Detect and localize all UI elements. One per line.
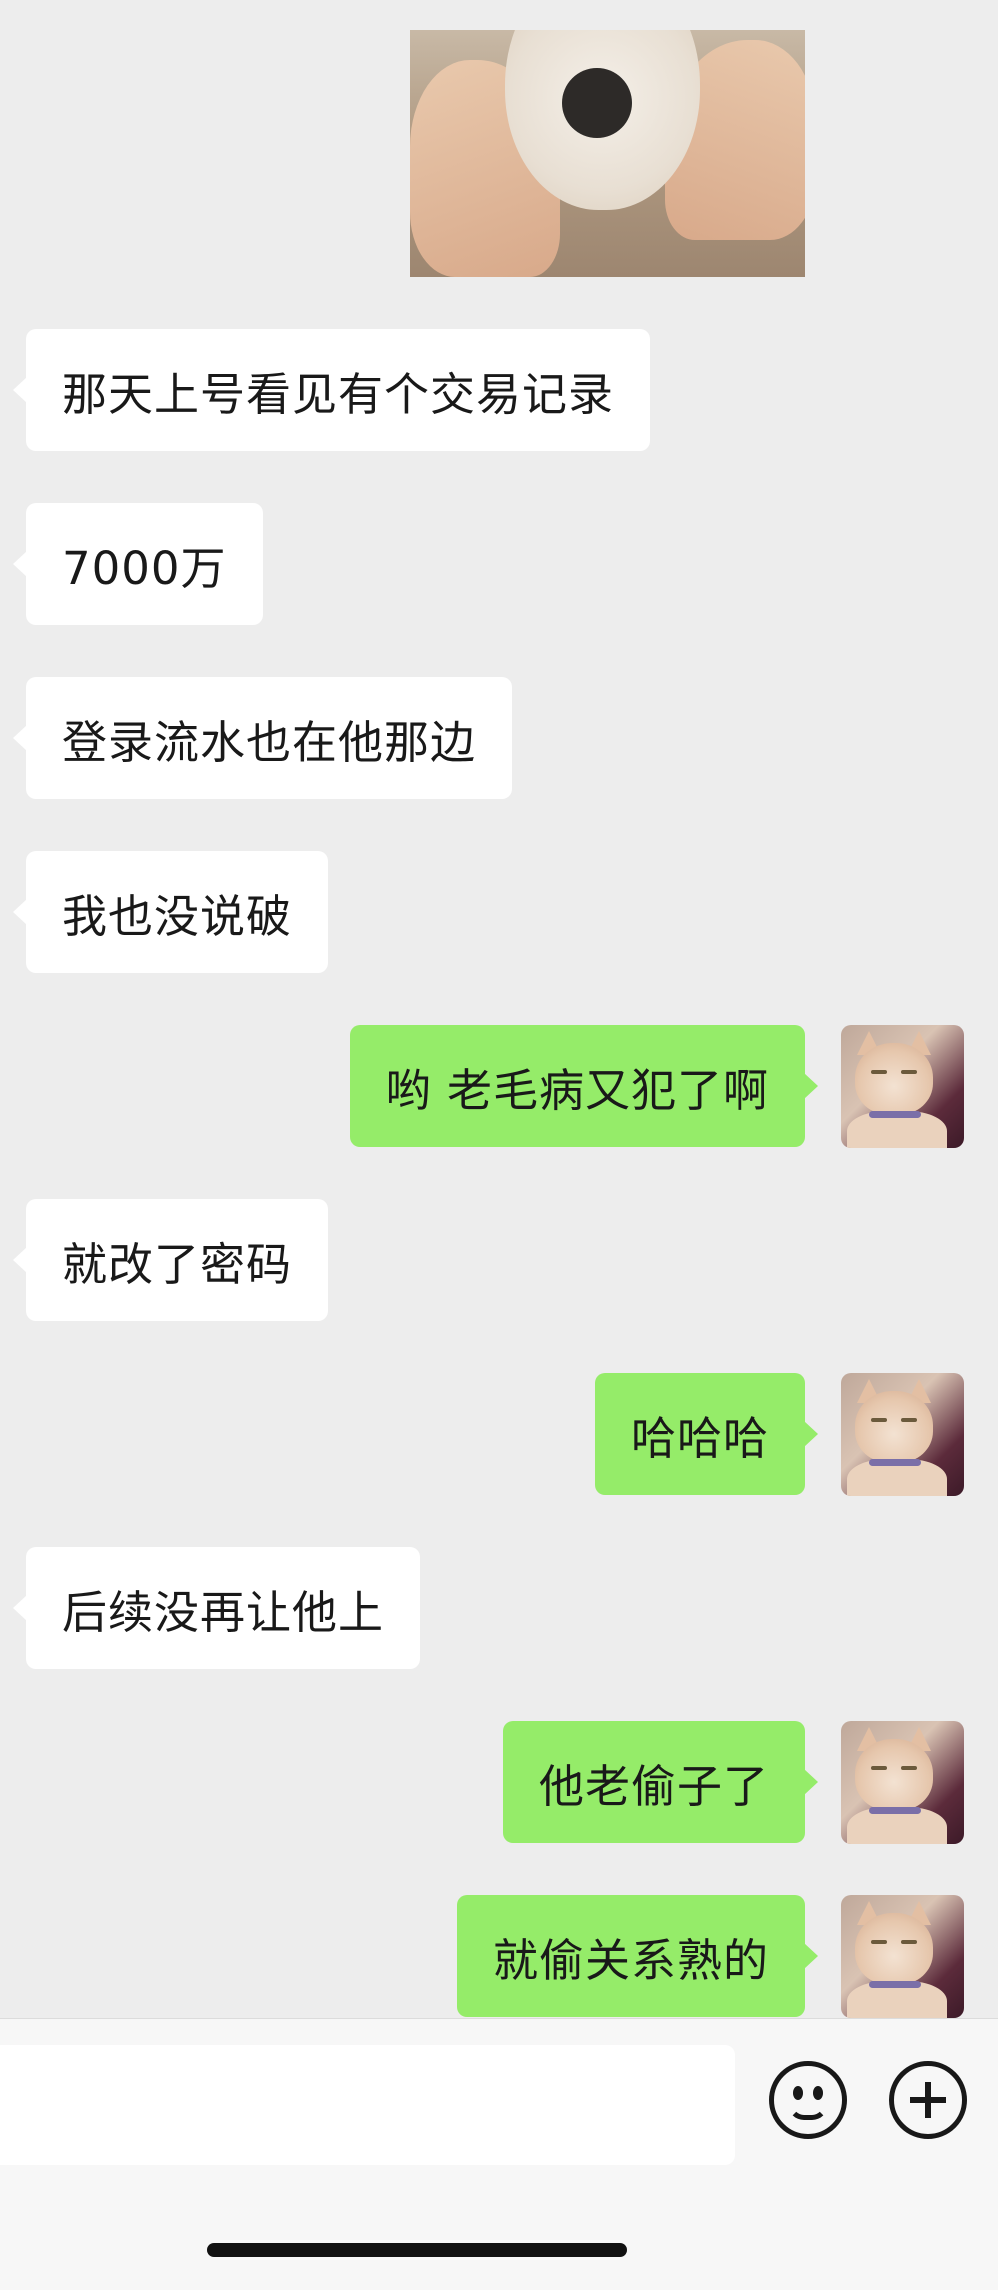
user-avatar[interactable] bbox=[841, 1721, 964, 1844]
received-message-bubble[interactable]: 后续没再让他上 bbox=[12, 1547, 421, 1669]
avatar-cat-head bbox=[855, 1043, 933, 1115]
avatar-cat-head bbox=[855, 1739, 933, 1811]
message-text: 后续没再让他上 bbox=[62, 1585, 385, 1639]
avatar-cat-eye bbox=[901, 1940, 917, 1944]
home-indicator[interactable] bbox=[207, 2243, 627, 2257]
avatar-cat-collar bbox=[869, 1981, 921, 1988]
avatar-cat-eye bbox=[871, 1418, 887, 1422]
message-text: 那天上号看见有个交易记录 bbox=[62, 367, 615, 421]
plus-vertical-stroke bbox=[925, 2082, 931, 2118]
message-text: 我也没说破 bbox=[62, 889, 293, 943]
sticker-dog-nose bbox=[562, 68, 632, 138]
avatar-cat-head bbox=[855, 1913, 933, 1985]
smiley-mouth bbox=[788, 2104, 828, 2120]
received-message-bubble[interactable]: 就改了密码 bbox=[12, 1199, 329, 1321]
avatar-cat-head bbox=[855, 1391, 933, 1463]
message-text: 登录流水也在他那边 bbox=[62, 715, 477, 769]
avatar-cat-collar bbox=[869, 1807, 921, 1814]
plus-circle-icon[interactable] bbox=[889, 2061, 967, 2139]
sent-message-bubble[interactable]: 哈哈哈 bbox=[594, 1373, 819, 1495]
avatar-cat-eye bbox=[871, 1070, 887, 1074]
user-avatar[interactable] bbox=[841, 1895, 964, 2018]
sent-message-bubble[interactable]: 哟 老毛病又犯了啊 bbox=[349, 1025, 819, 1147]
chat-message-list[interactable]: 那天上号看见有个交易记录 7000万 登录流水也在他那边 我也没说破 哟 老毛病… bbox=[0, 0, 998, 2018]
sent-message-bubble[interactable]: 他老偷子了 bbox=[502, 1721, 819, 1843]
avatar-cat-eye bbox=[901, 1070, 917, 1074]
avatar-cat-eye bbox=[871, 1766, 887, 1770]
received-message-bubble[interactable]: 那天上号看见有个交易记录 bbox=[12, 329, 651, 451]
message-text: 就改了密码 bbox=[62, 1237, 293, 1291]
avatar-cat-collar bbox=[869, 1111, 921, 1118]
smiley-eye bbox=[793, 2086, 803, 2100]
message-text: 7000万 bbox=[62, 541, 227, 595]
received-message-bubble[interactable]: 登录流水也在他那边 bbox=[12, 677, 513, 799]
avatar-cat-eye bbox=[901, 1418, 917, 1422]
sent-message-bubble[interactable]: 就偷关系熟的 bbox=[456, 1895, 819, 2017]
user-avatar[interactable] bbox=[841, 1025, 964, 1148]
received-message-bubble[interactable]: 我也没说破 bbox=[12, 851, 329, 973]
smiley-eye bbox=[813, 2086, 823, 2100]
message-text: 就偷关系熟的 bbox=[492, 1933, 769, 1987]
avatar-cat-eye bbox=[901, 1766, 917, 1770]
smiley-face-icon[interactable] bbox=[769, 2061, 847, 2139]
received-message-bubble[interactable]: 7000万 bbox=[13, 503, 263, 625]
avatar-cat-eye bbox=[871, 1940, 887, 1944]
message-input[interactable] bbox=[0, 2045, 735, 2165]
dog-sticker-image[interactable] bbox=[410, 30, 805, 277]
message-text: 哈哈哈 bbox=[630, 1411, 769, 1465]
message-text: 他老偷子了 bbox=[538, 1759, 769, 1813]
user-avatar[interactable] bbox=[841, 1373, 964, 1496]
message-text: 哟 老毛病又犯了啊 bbox=[385, 1063, 769, 1117]
avatar-cat-collar bbox=[869, 1459, 921, 1466]
